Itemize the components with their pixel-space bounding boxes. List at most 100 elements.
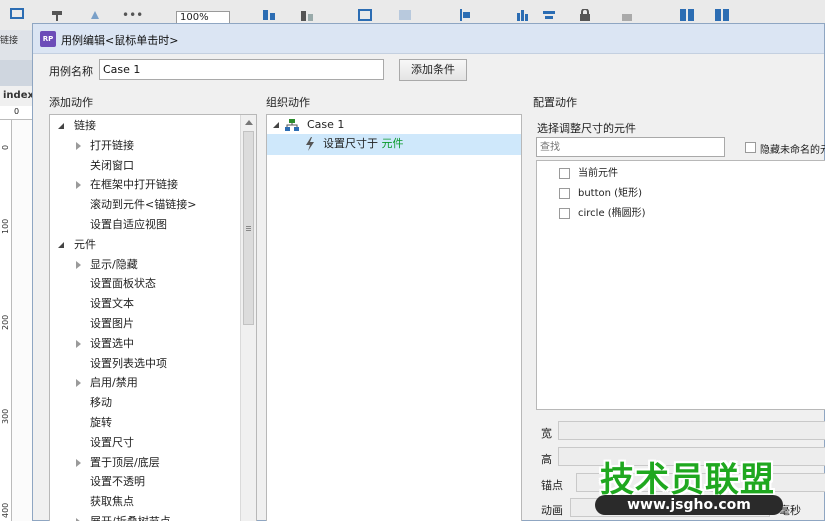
tree-item[interactable]: 打开链接 xyxy=(50,136,240,156)
expand-arrow-icon[interactable] xyxy=(76,260,81,269)
dialog-titlebar[interactable]: RP 用例编辑<鼠标单击时> xyxy=(33,24,824,54)
action-node-label: 设置尺寸于 元件 xyxy=(323,134,404,154)
pen-icon[interactable] xyxy=(50,9,64,21)
tree-item[interactable]: 移动 xyxy=(50,393,240,413)
tree-item[interactable]: 启用/禁用 xyxy=(50,373,240,393)
more-icon[interactable]: ••• xyxy=(122,8,143,22)
ungroup-icon[interactable] xyxy=(398,9,412,21)
widget-list: 当前元件 button (矩形) circle (椭圆形) xyxy=(536,160,825,410)
group-icon[interactable] xyxy=(358,9,372,21)
add-condition-button[interactable]: 添加条件 xyxy=(399,59,467,81)
tree-item[interactable]: 置于顶层/底层 xyxy=(50,453,240,473)
tree-item[interactable]: 设置图片 xyxy=(50,314,240,334)
tree-item[interactable]: 展开/折叠树节点 xyxy=(50,512,240,521)
widget-checkbox[interactable] xyxy=(559,168,570,179)
hide-unnamed-checkbox[interactable] xyxy=(745,142,756,153)
expand-arrow-icon[interactable] xyxy=(273,122,279,128)
case-node-label: Case 1 xyxy=(307,118,345,131)
ruler-mark-200: 200 xyxy=(1,314,10,330)
scroll-thumb[interactable] xyxy=(243,131,254,325)
grip-line xyxy=(246,230,251,231)
watermark-title: 技术员联盟 xyxy=(600,460,775,500)
case-name-input[interactable] xyxy=(99,59,384,80)
widget-search-input[interactable] xyxy=(536,137,725,157)
expand-arrow-icon[interactable] xyxy=(76,458,81,467)
widget-list-item[interactable]: 当前元件 xyxy=(537,164,817,184)
organize-action-panel: Case 1 设置尺寸于 元件 xyxy=(266,114,522,521)
page-tab-index[interactable]: index xyxy=(3,90,34,101)
case-node[interactable]: Case 1 xyxy=(273,115,513,135)
widget-list-item[interactable]: button (矩形) xyxy=(537,184,817,204)
case-name-label: 用例名称 xyxy=(49,65,93,78)
tree-category[interactable]: 元件 xyxy=(50,235,240,255)
tree-item[interactable]: 设置文本 xyxy=(50,294,240,314)
action-target: 元件 xyxy=(381,137,404,150)
grip-line xyxy=(246,228,251,229)
scroll-up-arrow-icon[interactable] xyxy=(245,120,253,125)
axure-rp-icon: RP xyxy=(40,31,56,47)
ruler-mark-400: 400 xyxy=(1,502,10,518)
case-icon xyxy=(285,119,299,131)
tree-item[interactable]: 获取焦点 xyxy=(50,492,240,512)
distribute-icon[interactable] xyxy=(458,9,472,21)
select-widget-label: 选择调整尺寸的元件 xyxy=(537,122,636,135)
tree-item-label: 关闭窗口 xyxy=(90,158,134,172)
action-tree-scrollbar[interactable] xyxy=(240,115,256,521)
expand-arrow-icon[interactable] xyxy=(76,181,81,190)
panel-tab-bar xyxy=(0,60,32,86)
tree-item-label: 旋转 xyxy=(90,416,112,429)
tree-item[interactable]: 设置列表选中项 xyxy=(50,354,240,374)
height-label: 高 xyxy=(541,453,552,466)
tree-item-label: 链接 xyxy=(74,119,96,132)
watermark-url: www.jsgho.com xyxy=(595,495,783,515)
expand-arrow-icon[interactable] xyxy=(76,339,81,348)
widget-checkbox[interactable] xyxy=(559,208,570,219)
tree-item[interactable]: 设置尺寸 xyxy=(50,433,240,453)
tree-item[interactable]: 关闭窗口 xyxy=(50,156,240,176)
tree-item-label: 显示/隐藏 xyxy=(90,257,138,271)
tree-item[interactable]: 显示/隐藏 xyxy=(50,255,240,275)
width-input[interactable] xyxy=(558,421,825,440)
tree-category[interactable]: 链接 xyxy=(50,116,240,136)
width-label: 宽 xyxy=(541,427,552,440)
widget-label: 当前元件 xyxy=(578,168,618,179)
tree-item[interactable]: 设置不透明 xyxy=(50,472,240,492)
action-node-set-size[interactable]: 设置尺寸于 元件 xyxy=(267,134,521,155)
tree-item-label: 设置选中 xyxy=(90,336,134,350)
widget-list-item[interactable]: circle (椭圆形) xyxy=(537,204,817,224)
tree-item-label: 在框架中打开链接 xyxy=(90,178,178,192)
tree-item-label: 设置尺寸 xyxy=(90,435,134,449)
collapse-arrow-icon[interactable] xyxy=(58,123,64,129)
align-bottom-icon[interactable] xyxy=(300,9,314,21)
preview-icon[interactable] xyxy=(10,8,24,20)
widget-checkbox[interactable] xyxy=(559,188,570,199)
tree-item[interactable]: 在框架中打开链接 xyxy=(50,175,240,195)
expand-arrow-icon[interactable] xyxy=(76,379,81,388)
site-watermark: 技术员联盟 www.jsgho.com xyxy=(595,452,825,521)
tree-item[interactable]: 滚动到元件<锚链接> xyxy=(50,195,240,215)
align-center-icon[interactable] xyxy=(542,9,556,21)
right-panel-icon[interactable] xyxy=(715,9,729,21)
lock-icon[interactable] xyxy=(578,9,592,21)
unlock-icon[interactable] xyxy=(620,9,634,21)
left-panel-icon[interactable] xyxy=(680,9,694,21)
expand-arrow-icon[interactable] xyxy=(76,141,81,150)
bar-icon[interactable] xyxy=(516,9,530,21)
configure-action-header: 配置动作 xyxy=(533,96,577,109)
align-left-icon[interactable] xyxy=(262,9,276,21)
paint-icon[interactable] xyxy=(88,9,102,21)
tree-item[interactable]: 旋转 xyxy=(50,413,240,433)
collapse-arrow-icon[interactable] xyxy=(58,241,64,248)
hide-unnamed-label: 隐藏未命名的元 xyxy=(760,145,825,156)
tree-item[interactable]: 设置自适应视图 xyxy=(50,215,240,235)
tree-item-label: 设置列表选中项 xyxy=(90,356,167,370)
link-tab[interactable]: 链接 xyxy=(0,33,18,46)
ruler-mark-300: 300 xyxy=(1,408,10,424)
widget-label: circle (椭圆形) xyxy=(578,208,646,219)
tree-item[interactable]: 设置面板状态 xyxy=(50,274,240,294)
ruler-mark-0-v: 0 xyxy=(1,144,10,150)
tree-item-label: 元件 xyxy=(74,237,96,251)
tree-item[interactable]: 设置选中 xyxy=(50,334,240,354)
dialog-title: 用例编辑<鼠标单击时> xyxy=(61,34,179,47)
design-canvas[interactable] xyxy=(12,120,32,521)
